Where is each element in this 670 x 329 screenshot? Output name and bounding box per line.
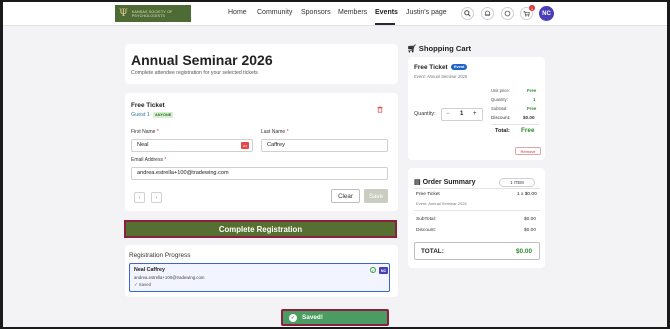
order-subtotal-label: SubTotal: — [416, 217, 436, 222]
last-name-label-text: Last Name — [261, 129, 286, 135]
last-name-label: Last Name * — [261, 129, 289, 135]
order-discount-value: $0.00 — [524, 228, 537, 233]
attendee-progress-item[interactable]: Neal Caffrey andrea.estrella+100@tradewi… — [129, 263, 390, 292]
unit-price-label: Unit price: — [491, 88, 510, 93]
order-total-value: $0.00 — [516, 248, 532, 255]
receipt-icon: ▤ — [414, 179, 421, 186]
search-icon[interactable] — [461, 7, 474, 20]
attendee-avatar: NC — [379, 267, 388, 274]
first-name-field[interactable]: Neal ••• — [131, 139, 253, 152]
cart-ticket-name: Free Ticket — [414, 64, 448, 71]
subtotal-value: Free — [527, 106, 537, 111]
order-total-label: TOTAL: — [421, 248, 444, 255]
discount-value: $0.00 — [523, 115, 535, 120]
cart-total-label: Total: — [495, 128, 510, 134]
next-guest-button[interactable]: › — [151, 192, 162, 203]
cart-total-value: Free — [521, 127, 535, 134]
first-name-value: Neal — [137, 142, 149, 148]
user-avatar[interactable]: NC — [539, 6, 554, 21]
order-summary-title-text: Order Summary — [422, 179, 476, 186]
email-value: andrea.estrella+100@tradewing.com — [137, 170, 229, 176]
quantity-decrement-button[interactable]: − — [446, 111, 450, 117]
required-mark: * — [156, 129, 159, 135]
bell-icon[interactable] — [481, 7, 494, 20]
page-subtitle: Complete attendee registration for your … — [131, 70, 258, 76]
check-icon: ✓ — [289, 313, 297, 322]
nav-link-home[interactable]: Home — [228, 9, 247, 16]
trash-icon[interactable] — [377, 106, 383, 115]
psi-logo-icon: Ψ — [119, 8, 128, 19]
guest-type-badge: ANYONE — [153, 112, 174, 118]
cart-count-badge: 1 — [529, 5, 535, 11]
chevron-left-icon: ‹ — [138, 194, 141, 201]
cart-ticket-type-badge: Event — [451, 64, 468, 70]
first-name-label: First Name * — [131, 129, 159, 135]
nav-link-members[interactable]: Members — [338, 9, 367, 16]
order-item-event: Event: Annual Seminar 2026 — [416, 201, 467, 206]
quantity-summary-label: Quantity: — [491, 97, 508, 102]
saved-toast: ✓ Saved! — [281, 309, 389, 326]
email-label-text: Email Address — [131, 157, 163, 163]
quantity-value: 1 — [460, 111, 464, 117]
required-mark: * — [286, 129, 289, 135]
clear-button[interactable]: Clear — [331, 189, 360, 203]
quantity-increment-button[interactable]: + — [473, 111, 477, 117]
chevron-right-icon: › — [155, 194, 158, 201]
active-tab-indicator — [375, 23, 395, 25]
chat-icon[interactable] — [501, 7, 514, 20]
nav-link-justins-page[interactable]: Justin's page — [406, 9, 447, 16]
order-total-box: TOTAL: $0.00 — [414, 242, 540, 260]
email-field[interactable]: andrea.estrella+100@tradewing.com — [131, 167, 388, 180]
attendee-email: andrea.estrella+100@tradewing.com — [134, 275, 205, 280]
attendee-status: ✓ Saved — [134, 282, 151, 287]
item-count-badge: 1 ITEM — [499, 178, 535, 187]
nav-link-events[interactable]: Events — [375, 9, 398, 16]
registration-progress-title: Registration Progress — [129, 252, 191, 259]
last-name-value: Caffrey — [267, 142, 285, 148]
remove-button[interactable]: Remove — [515, 147, 541, 155]
prev-guest-button[interactable]: ‹ — [134, 192, 145, 203]
quantity-label: Quantity: — [414, 111, 436, 117]
email-label: Email Address * — [131, 157, 166, 163]
discount-label: Discount: — [491, 115, 511, 120]
unit-price-value: Free — [527, 88, 537, 93]
order-divider — [414, 210, 540, 211]
last-name-field[interactable]: Caffrey — [261, 139, 388, 152]
check-circle-icon: ✓ — [370, 267, 376, 273]
cart-title-text: Shopping Cart — [418, 44, 472, 53]
ticket-title: Free Ticket — [131, 102, 165, 109]
order-divider — [414, 188, 540, 189]
attendee-name: Neal Caffrey — [134, 267, 165, 273]
quantity-stepper[interactable]: − 1 + — [441, 108, 483, 121]
quantity-summary-value: 1 — [533, 97, 536, 102]
toast-label: Saved! — [302, 314, 323, 321]
order-item-name: Free Ticket — [416, 192, 440, 197]
order-summary-title: ▤ Order Summary — [414, 178, 476, 186]
shopping-cart-title: 🛒︎ Shopping Cart — [407, 44, 471, 53]
page-title: Annual Seminar 2026 — [131, 52, 273, 68]
cart-divider — [491, 124, 539, 125]
top-navbar: Ψ KANSAS SOCIETY OF PSYCHOLOGISTS Home C… — [3, 2, 667, 26]
nav-link-sponsors[interactable]: Sponsors — [301, 9, 331, 16]
logo-text: KANSAS SOCIETY OF PSYCHOLOGISTS — [131, 9, 173, 18]
required-mark: * — [164, 157, 167, 163]
guest-label: Guest 1 — [131, 112, 150, 118]
first-name-label-text: First Name — [131, 129, 156, 135]
order-subtotal-value: $0.00 — [524, 217, 537, 222]
order-item-qty-price: 1 x $0.00 — [517, 192, 537, 197]
complete-registration-button[interactable]: Complete Registration — [124, 220, 397, 238]
app-frame: Ψ KANSAS SOCIETY OF PSYCHOLOGISTS Home C… — [3, 2, 667, 327]
site-logo[interactable]: Ψ KANSAS SOCIETY OF PSYCHOLOGISTS — [115, 5, 191, 22]
save-button[interactable]: Save — [364, 189, 388, 203]
autofill-key-icon[interactable]: ••• — [241, 142, 249, 149]
cart-event-line: Event: Annual Seminar 2026 — [414, 74, 468, 79]
order-discount-label: Discount: — [416, 228, 436, 233]
subtotal-label: Subtotal: — [491, 106, 508, 111]
nav-link-community[interactable]: Community — [257, 9, 292, 16]
cart-title-icon: 🛒︎ — [407, 44, 417, 53]
